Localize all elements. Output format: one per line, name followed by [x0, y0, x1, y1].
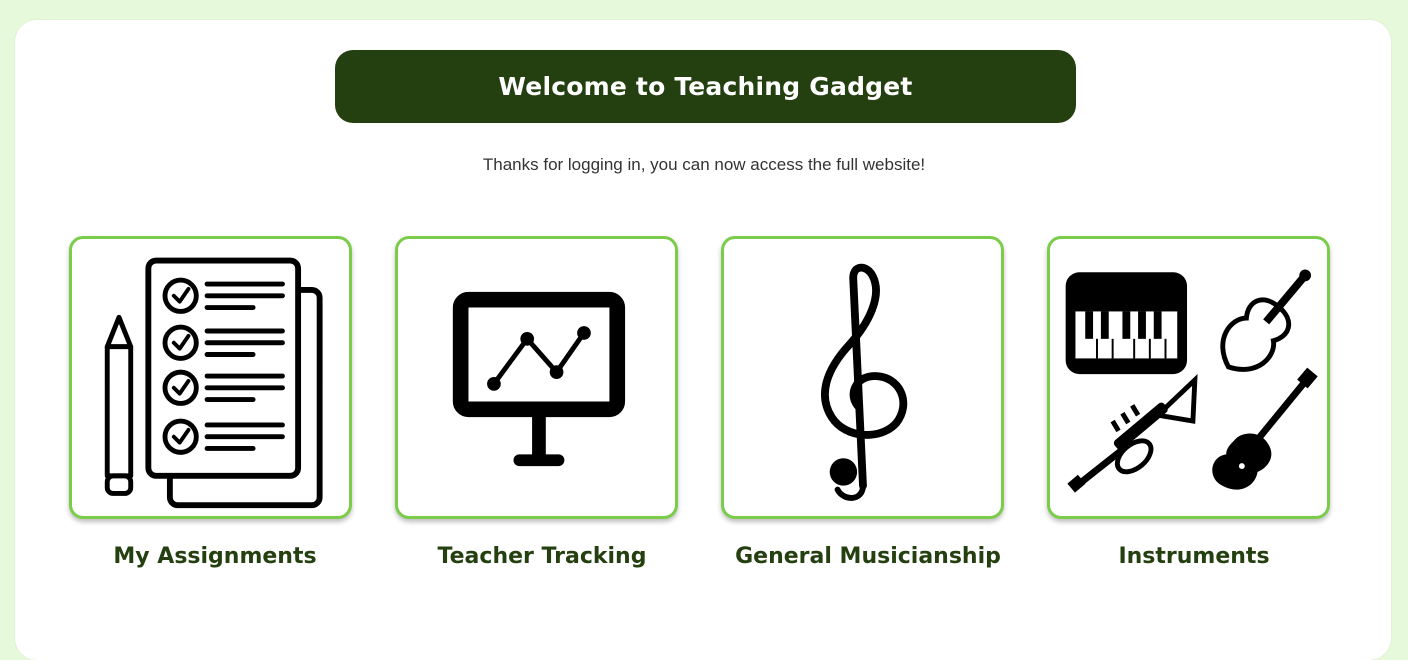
- tile-instruments[interactable]: [1047, 236, 1330, 519]
- welcome-message: Thanks for logging in, you can now acces…: [482, 155, 926, 174]
- tile-label-my-assignments[interactable]: My Assignments: [50, 544, 380, 569]
- page-title: Welcome to Teaching Gadget: [498, 72, 913, 101]
- guitar-icon: [1212, 367, 1318, 490]
- treble-clef-icon: [821, 263, 908, 501]
- tile-label-general-musicianship[interactable]: General Musicianship: [703, 544, 1033, 569]
- piano-icon: [1065, 272, 1188, 375]
- tile-teacher-tracking[interactable]: [395, 236, 678, 519]
- assignments-checklist-icon: [104, 257, 323, 509]
- trumpet-icon: [1067, 373, 1198, 493]
- welcome-banner: Welcome to Teaching Gadget: [335, 50, 1076, 123]
- presentation-chart-icon: [452, 291, 626, 467]
- instruments-icon: [1065, 269, 1318, 493]
- tile-general-musicianship[interactable]: [721, 236, 1004, 519]
- tile-label-instruments[interactable]: Instruments: [1029, 544, 1359, 569]
- tile-my-assignments[interactable]: [69, 236, 352, 519]
- violin-icon: [1220, 269, 1312, 372]
- tile-label-teacher-tracking[interactable]: Teacher Tracking: [377, 544, 707, 569]
